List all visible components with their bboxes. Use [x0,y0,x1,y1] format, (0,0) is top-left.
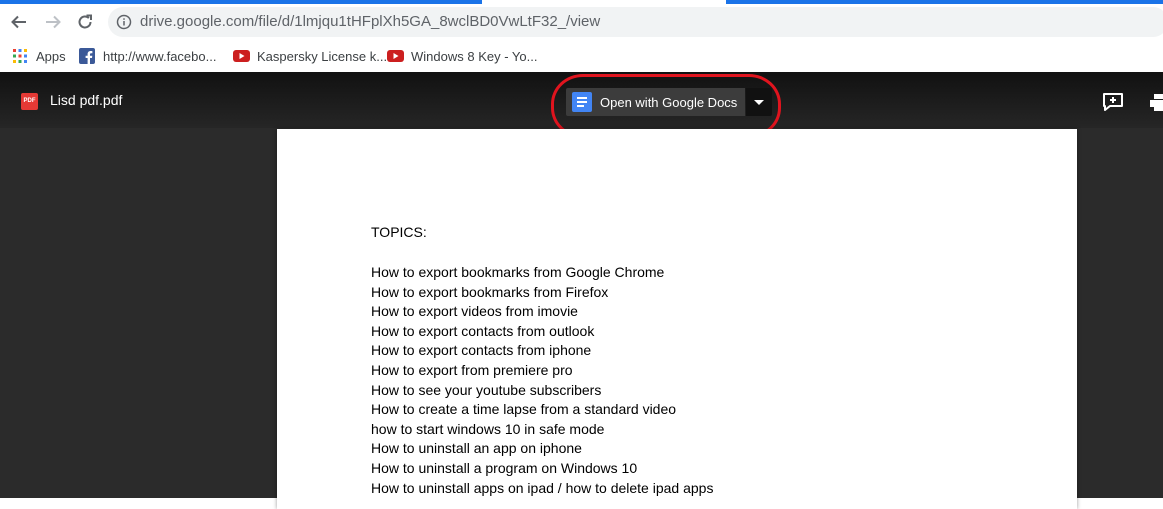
file-name: Lisd pdf.pdf [50,92,123,108]
bookmark-label: http://www.facebo... [103,48,217,64]
print-icon[interactable] [1150,94,1163,112]
topic-item: How to export videos from imovie [371,303,578,320]
bookmark-apps[interactable]: Apps [12,46,66,66]
bookmark-label: Apps [36,48,66,64]
apps-grid-icon [12,48,28,64]
facebook-icon [79,48,95,64]
topic-item: How to export contacts from outlook [371,322,595,339]
topic-item: How to export contacts from iphone [371,342,592,359]
open-with-label: Open with Google Docs [600,94,738,110]
forward-button[interactable] [40,9,66,35]
topic-item: How to uninstall a program on Windows 10 [371,459,638,476]
browser-toolbar: drive.google.com/file/d/1lmjqu1tHFplXh5G… [0,4,1163,40]
topic-item: How to export bookmarks from Google Chro… [371,264,665,280]
bookmark-kaspersky[interactable]: Kaspersky License k... [233,46,387,66]
topic-list: How to export bookmarks from Google Chro… [371,263,713,498]
pdf-file-icon: PDF [21,93,38,110]
youtube-icon [233,48,250,64]
topic-item: How to create a time lapse from a standa… [371,401,677,418]
google-docs-icon [572,92,592,112]
bookmark-label: Kaspersky License k... [257,48,388,64]
bookmark-windows-key[interactable]: Windows 8 Key - Yo... [387,46,537,66]
back-arrow-icon [11,15,26,29]
topic-item: How to export bookmarks from Firefox [371,283,609,300]
topics-heading: TOPICS: [371,224,427,240]
pdf-viewer: PDF Lisd pdf.pdf Open with Google Docs T… [0,72,1163,509]
topic-item: how to start windows 10 in safe mode [371,420,605,437]
bookmark-facebook[interactable]: http://www.facebo... [79,46,216,66]
add-comment-icon[interactable] [1102,92,1124,112]
open-with-group: Open with Google Docs [566,88,773,116]
bookmarks-bar: Apps http://www.facebo... Kaspersky Lice… [0,40,1163,72]
bookmark-label: Windows 8 Key - Yo... [411,48,538,64]
document-page: TOPICS: How to export bookmarks from Goo… [277,129,1077,509]
info-icon[interactable] [116,14,132,30]
reload-icon [78,14,92,29]
reload-button[interactable] [72,9,98,35]
topic-item: How to export from premiere pro [371,361,573,378]
topic-item: How to uninstall apps on ipad / how to d… [371,479,714,496]
address-bar[interactable]: drive.google.com/file/d/1lmjqu1tHFplXh5G… [108,7,1163,37]
topic-item: How to uninstall an app on iphone [371,440,582,457]
forward-arrow-icon [46,15,61,29]
open-with-dropdown-button[interactable] [746,88,773,116]
url-text[interactable]: drive.google.com/file/d/1lmjqu1tHFplXh5G… [140,13,600,30]
youtube-icon [387,48,404,64]
open-with-google-docs-button[interactable]: Open with Google Docs [566,88,746,116]
topic-item: How to see your youtube subscribers [371,381,602,398]
back-button[interactable] [6,9,32,35]
